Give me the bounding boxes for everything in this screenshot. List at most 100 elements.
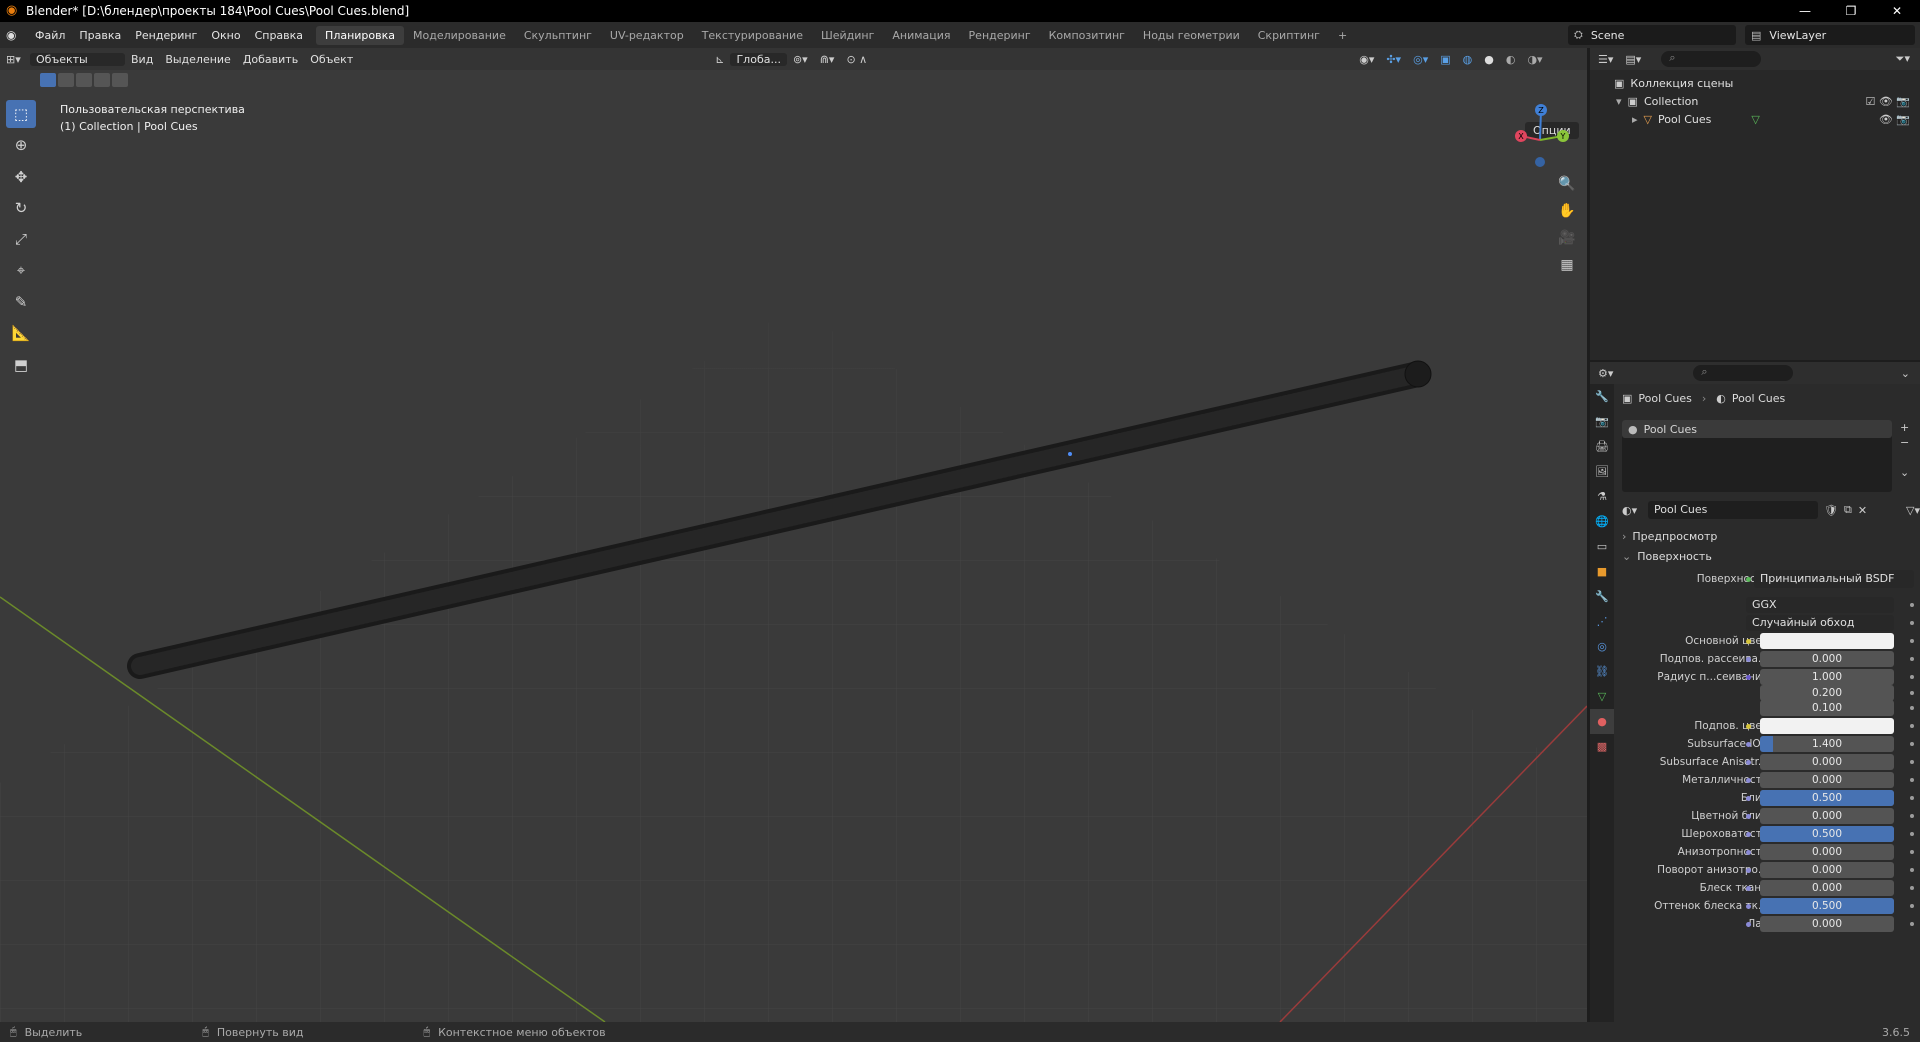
menu-select[interactable]: Выделение [159,53,237,66]
material-slot-item[interactable]: ● Pool Cues [1622,420,1892,438]
visibility-toggles[interactable]: ☑ 👁 📷 [1865,95,1910,108]
wireframe-shading-icon[interactable]: ◍ [1457,53,1479,66]
duplicate-material-icon[interactable]: ⧉ [1844,503,1852,517]
filter-icon[interactable]: ⏷▾ [1896,52,1910,66]
cursor-tool-icon[interactable]: ⊕ [6,131,36,159]
keyframe-dot[interactable] [1910,691,1914,695]
constraints-tab-icon[interactable]: ⛓ [1590,659,1614,684]
view-layer-selector[interactable]: ▤ ViewLayer [1745,25,1915,45]
tab-layout[interactable]: Планировка [316,25,405,45]
material-shading-icon[interactable]: ◐ [1500,53,1522,66]
mode-dropdown[interactable]: Объекты [30,52,125,66]
expand-arrow-icon[interactable]: ▸ [1632,113,1638,126]
select-intersect-icon[interactable] [112,73,128,87]
minimize-button[interactable]: — [1782,0,1828,22]
distribution-dropdown[interactable]: GGX [1746,597,1894,613]
menu-object[interactable]: Объект [304,53,359,66]
transform-orientation-dropdown[interactable]: Глоба... [730,52,787,66]
pivot-icon[interactable]: ⊚▾ [787,53,814,66]
tool-tab-icon[interactable]: 🔧 [1590,384,1614,409]
value-slider[interactable]: 0.000 [1760,844,1894,860]
tab-geometry-nodes[interactable]: Ноды геометрии [1134,26,1249,45]
properties-editor-icon[interactable]: ⚙▾ [1598,367,1613,380]
tab-uv-editing[interactable]: UV-редактор [601,26,693,45]
add-workspace-button[interactable]: + [1329,26,1356,45]
keyframe-dot[interactable] [1910,868,1914,872]
select-invert-icon[interactable] [94,73,110,87]
fake-user-icon[interactable]: 🛡 [1824,504,1838,517]
keyframe-dot[interactable] [1910,706,1914,710]
outliner-editor-icon[interactable]: ☰▾ [1598,53,1613,66]
keyframe-dot[interactable] [1910,742,1914,746]
value-slider[interactable]: 0.000 [1760,862,1894,878]
tab-compositing[interactable]: Композитинг [1040,26,1134,45]
tab-animation[interactable]: Анимация [883,26,959,45]
move-tool-icon[interactable]: ✥ [6,163,36,191]
tab-sculpting[interactable]: Скульптинг [515,26,601,45]
object-row[interactable]: ▸ ▽ Pool Cues ▽ 👁 📷 [1590,110,1920,128]
collection-tab-icon[interactable]: ▭ [1590,534,1614,559]
tab-scripting[interactable]: Скриптинг [1249,26,1329,45]
keyframe-dot[interactable] [1910,904,1914,908]
perspective-grid-icon[interactable]: ▦ [1555,253,1579,277]
blender-menu-icon[interactable]: ◉ [6,28,24,42]
transform-tool-icon[interactable]: ⌖ [6,256,36,284]
solid-shading-icon[interactable]: ● [1478,53,1500,66]
keyframe-dot[interactable] [1910,724,1914,728]
subsurface-method-dropdown[interactable]: Случайный обход [1746,615,1894,631]
3d-viewport[interactable]: ⊞▾ Объекты Вид Выделение Добавить Объект… [0,48,1587,1022]
value-slider[interactable]: 1.400 [1760,736,1894,752]
material-browse-icon[interactable]: ◐▾ [1622,504,1648,517]
keyframe-dot[interactable] [1910,760,1914,764]
keyframe-dot[interactable] [1910,778,1914,782]
menu-window[interactable]: Окно [204,29,247,42]
keyframe-dot[interactable] [1910,639,1914,643]
unlink-material-icon[interactable]: ✕ [1858,504,1867,517]
keyframe-dot[interactable] [1910,796,1914,800]
scene-selector[interactable]: ⛭ Scene [1568,25,1736,45]
texture-tab-icon[interactable]: ▩ [1590,734,1614,759]
menu-file[interactable]: Файл [28,29,72,42]
value-slider[interactable]: 0.000 [1760,754,1894,770]
preview-section-header[interactable]: › Предпросмотр [1622,526,1920,546]
render-tab-icon[interactable]: 📷 [1590,409,1614,434]
keyframe-dot[interactable] [1910,886,1914,890]
display-mode-icon[interactable]: ▤▾ [1625,53,1641,66]
snap-icon[interactable]: ⋒▾ [814,53,841,66]
surface-shader-dropdown[interactable]: Принципиальный BSDF [1754,570,1914,588]
value-slider[interactable]: 0.500 [1760,790,1894,806]
value-slider[interactable]: 0.500 [1760,826,1894,842]
visibility-icon[interactable]: ◉▾ [1353,53,1380,66]
scene-collection-row[interactable]: ▣ Коллекция сцены [1590,74,1920,92]
value-slider[interactable]: 0.000 [1760,651,1894,667]
keyframe-dot[interactable] [1910,922,1914,926]
material-name-field[interactable]: Pool Cues [1648,501,1818,519]
select-new-icon[interactable] [40,73,56,87]
expand-arrow-icon[interactable]: ▾ [1616,95,1622,108]
slot-controls[interactable]: + − ⌄ [1900,420,1909,480]
physics-tab-icon[interactable]: ◎ [1590,634,1614,659]
value-slider[interactable]: 0.100 [1760,700,1894,716]
chevron-down-icon[interactable]: ⌄ [1901,367,1910,380]
value-slider[interactable]: 1.000 [1760,669,1894,685]
close-button[interactable]: ✕ [1874,0,1920,22]
add-cube-tool-icon[interactable]: ⬒ [6,351,36,379]
color-swatch[interactable] [1760,633,1894,649]
select-extend-icon[interactable] [58,73,74,87]
material-slots-list[interactable]: ● Pool Cues [1622,420,1892,492]
value-slider[interactable]: 0.000 [1760,880,1894,896]
modifiers-tab-icon[interactable]: 🔧 [1590,584,1614,609]
navigation-gizmo[interactable]: Z Y X [1505,100,1575,170]
view-layer-tab-icon[interactable]: 🖼 [1590,459,1614,484]
value-slider[interactable]: 0.000 [1760,916,1894,932]
world-tab-icon[interactable]: 🌐 [1590,509,1614,534]
maximize-button[interactable]: ❐ [1828,0,1874,22]
editor-type-icon[interactable]: ⊞▾ [0,53,30,66]
properties-search-input[interactable]: ⌕ [1693,365,1794,381]
keyframe-dot[interactable] [1910,603,1914,607]
proportional-edit-icon[interactable]: ⊙ ∧ [840,53,873,66]
measure-tool-icon[interactable]: 📐 [6,319,36,347]
zoom-icon[interactable]: 🔍 [1555,172,1579,196]
menu-render[interactable]: Рендеринг [128,29,204,42]
annotate-tool-icon[interactable]: ✎ [6,288,36,316]
